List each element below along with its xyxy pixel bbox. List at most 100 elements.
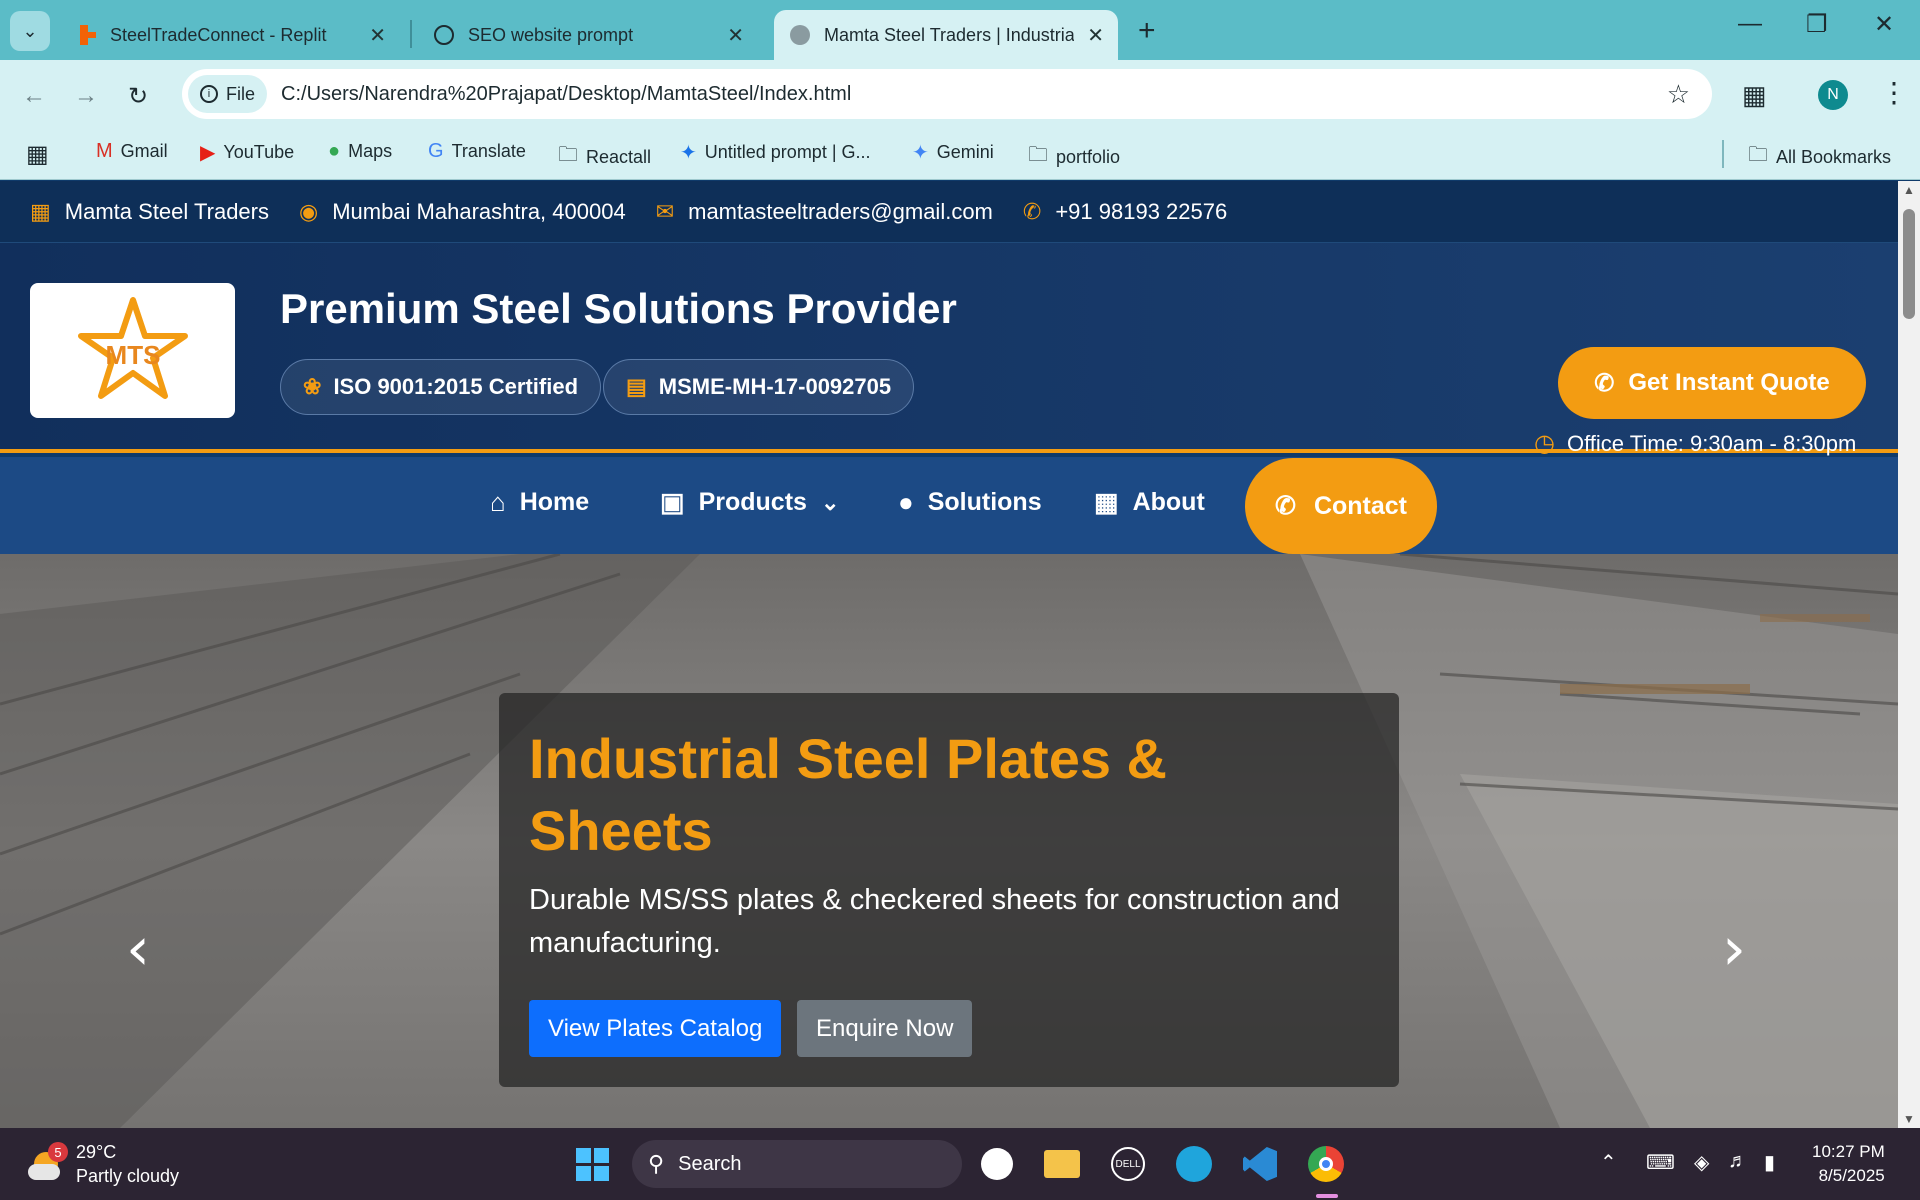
site-logo[interactable]: MTS (30, 283, 235, 418)
browser-tab-bar: ⌄ SteelTradeConnect - Replit ✕ SEO websi… (0, 0, 1920, 60)
windows-start-icon[interactable] (570, 1142, 614, 1186)
lightbulb-icon: ● (898, 487, 914, 517)
tab-separator (410, 20, 412, 48)
info-company: ▦ Mamta Steel Traders (30, 198, 269, 224)
phone-icon: ✆ (1594, 369, 1615, 397)
clock-icon: ◷ (1534, 430, 1555, 457)
bookmarks-divider (1722, 140, 1724, 168)
keyboard-icon[interactable]: ⌨ (1646, 1150, 1675, 1175)
bookmark-maps[interactable]: ● Maps (328, 140, 392, 163)
site-info-button[interactable]: i File (188, 75, 268, 113)
taskbar-search[interactable]: ⚲ Search (632, 1140, 962, 1188)
chrome-icon[interactable] (1304, 1142, 1348, 1186)
tab-search-button[interactable]: ⌄ (10, 11, 50, 51)
info-icon: i (200, 85, 218, 103)
partly-cloudy-icon: 5 (24, 1142, 68, 1184)
nav-solutions[interactable]: ● Solutions (898, 487, 1042, 518)
folder-icon: 🗀 (1028, 144, 1048, 166)
battery-icon[interactable]: ▮ (1764, 1150, 1775, 1175)
vscode-icon[interactable] (1238, 1142, 1282, 1186)
nav-contact[interactable]: ✆ Contact (1245, 458, 1437, 554)
close-tab-icon[interactable]: ✕ (369, 23, 386, 48)
bookmark-reactall[interactable]: 🗀 Reactall (558, 140, 651, 174)
svg-text:MTS: MTS (105, 340, 160, 370)
info-email[interactable]: ✉ mamtasteeltraders@gmail.com (656, 199, 993, 225)
enquire-now-button[interactable]: Enquire Now (797, 1000, 973, 1057)
apps-grid-icon[interactable]: ▦ (26, 140, 49, 169)
building-icon: ▦ (1094, 487, 1119, 517)
phone-icon: ✆ (1022, 198, 1042, 224)
bookmarks-bar: ▦ M Gmail ▶ YouTube ● Maps G Translate 🗀 Reac… (0, 128, 1920, 180)
nav-about[interactable]: ▦ About (1094, 487, 1205, 518)
get-quote-button[interactable]: ✆ Get Instant Quote (1558, 347, 1866, 419)
tab-seo-prompt[interactable]: SEO website prompt ✕ (418, 10, 758, 60)
reload-icon[interactable]: ↻ (128, 82, 148, 111)
iso-badge: ❀ ISO 9001:2015 Certified (280, 359, 602, 415)
volume-icon[interactable]: ♬ (1728, 1150, 1748, 1173)
bookmark-translate[interactable]: G Translate (428, 140, 526, 163)
weather-desc: Partly cloudy (76, 1166, 180, 1186)
profile-avatar[interactable]: N (1818, 80, 1848, 110)
page-scrollbar[interactable]: ▲ ▼ (1898, 181, 1920, 1128)
address-toolbar: ← → ↻ i File C:/Users/Narendra%20Prajapa… (0, 60, 1920, 128)
show-hidden-icons[interactable]: ⌃ (1600, 1150, 1617, 1175)
carousel-prev-button[interactable]: ‹ (126, 914, 150, 984)
back-icon[interactable]: ← (22, 82, 46, 110)
youtube-icon: ▶ (200, 142, 216, 164)
bookmark-gmail[interactable]: M Gmail (96, 140, 168, 163)
envelope-icon: ✉ (655, 198, 675, 224)
omnibox[interactable]: i File C:/Users/Narendra%20Prajapat/Desk… (182, 69, 1712, 119)
weather-widget[interactable]: 5 29°C Partly cloudy (24, 1140, 179, 1188)
bookmark-star-icon[interactable]: ☆ (1667, 79, 1690, 110)
bookmark-gemini[interactable]: ✦ Gemini (912, 140, 994, 165)
info-phone[interactable]: ✆ +91 98193 22576 (1023, 199, 1227, 225)
home-icon: ⌂ (490, 487, 506, 517)
system-clock[interactable]: 10:27 PM 8/5/2025 (1812, 1140, 1885, 1188)
chevron-down-icon: ⌄ (820, 489, 840, 515)
browser-menu-icon[interactable]: ⋮ (1880, 76, 1908, 109)
close-window-button[interactable]: ✕ (1874, 10, 1894, 39)
hero-title: Industrial Steel Plates & Sheets (529, 727, 1167, 862)
restore-button[interactable]: ❐ (1806, 10, 1828, 39)
scrollbar-thumb[interactable] (1903, 209, 1915, 319)
wifi-icon[interactable]: ◈ (1694, 1150, 1709, 1175)
nav-products[interactable]: ▣ Products ⌄ (660, 487, 839, 518)
office-time: ◷ Office Time: 9:30am - 8:30pm (1534, 430, 1857, 457)
minimize-button[interactable]: — (1738, 10, 1762, 38)
tab-replit[interactable]: SteelTradeConnect - Replit ✕ (60, 10, 400, 60)
view-plates-catalog-button[interactable]: View Plates Catalog (529, 1000, 782, 1057)
bookmark-portfolio[interactable]: 🗀 portfolio (1028, 140, 1120, 174)
gmail-icon: M (96, 140, 113, 162)
extensions-icon[interactable]: ▦ (1742, 80, 1767, 111)
header-title: Premium Steel Solutions Provider (280, 285, 957, 332)
msme-badge: ▤ MSME-MH-17-0092705 (603, 359, 915, 415)
nav-home[interactable]: ⌂ Home (490, 487, 589, 518)
location-pin-icon: ◉ (298, 198, 319, 224)
ai-studio-icon: ✦ (680, 142, 697, 164)
scroll-up-icon[interactable]: ▲ (1903, 183, 1915, 197)
github-icon[interactable] (975, 1142, 1019, 1186)
site-header: MTS Premium Steel Solutions Provider ❀ IS… (0, 243, 1898, 457)
bookmark-youtube[interactable]: ▶ YouTube (200, 140, 294, 165)
scroll-down-icon[interactable]: ▼ (1903, 1112, 1915, 1126)
carousel-next-button[interactable]: › (1722, 914, 1746, 984)
chevron-down-icon: ⌄ (22, 20, 38, 41)
replit-icon (80, 25, 96, 45)
close-tab-icon[interactable]: ✕ (1087, 23, 1104, 48)
dell-icon[interactable]: DELL (1106, 1142, 1150, 1186)
id-card-icon: ▤ (626, 374, 647, 399)
new-tab-button[interactable]: + (1138, 14, 1156, 48)
edge-icon[interactable] (1172, 1142, 1216, 1186)
boxes-icon: ▣ (660, 487, 685, 517)
scheme-label: File (226, 83, 256, 104)
mts-star-logo: MTS (77, 296, 188, 399)
all-bookmarks[interactable]: 🗀 All Bookmarks (1748, 140, 1891, 174)
url-text[interactable]: C:/Users/Narendra%20Prajapat/Desktop/Mam… (281, 83, 851, 106)
close-tab-icon[interactable]: ✕ (727, 23, 744, 48)
search-icon: ⚲ (648, 1151, 665, 1176)
phone-icon: ✆ (1274, 492, 1296, 520)
file-explorer-icon[interactable] (1040, 1142, 1084, 1186)
bookmark-untitled-prompt[interactable]: ✦ Untitled prompt | G... (680, 140, 871, 165)
tab-mamta-steel[interactable]: Mamta Steel Traders | Industrial ✕ (774, 10, 1118, 60)
forward-icon[interactable]: → (74, 82, 98, 110)
